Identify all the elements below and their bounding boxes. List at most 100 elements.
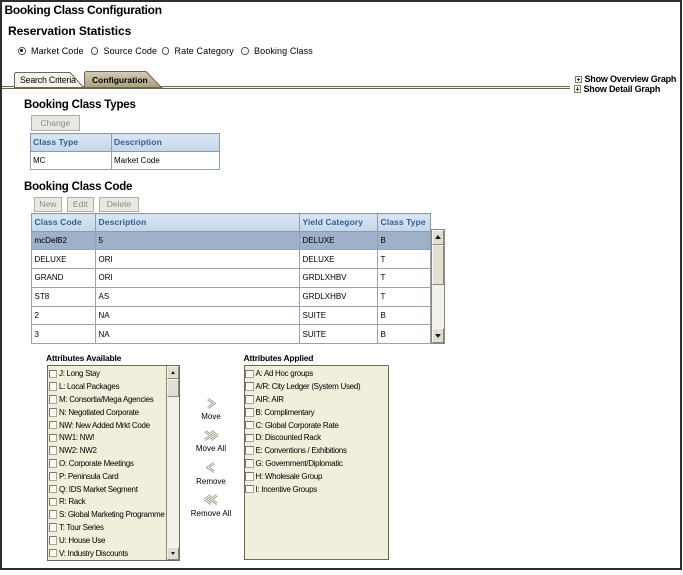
list-item[interactable]: C: Global Corporate Rate (245, 419, 388, 432)
table-row[interactable]: 3NASUITEB (32, 325, 431, 344)
table-cell[interactable]: SUITE (300, 325, 378, 344)
list-item[interactable]: T: Tour Series (48, 521, 179, 534)
table-cell[interactable]: 2 (32, 306, 96, 325)
checkbox-icon[interactable] (49, 434, 58, 443)
list-item[interactable]: Q: IDS Market Segment (48, 483, 179, 496)
radio-selected-icon[interactable] (18, 47, 26, 55)
list-item[interactable]: A/R: City Ledger (System Used) (245, 380, 388, 393)
table-cell[interactable]: GRAND (32, 269, 96, 288)
table-cell[interactable]: Market Code (111, 151, 219, 170)
checkbox-icon[interactable] (245, 459, 254, 468)
table-row[interactable]: 2NASUITEB (32, 306, 431, 325)
table-cell[interactable]: AS (96, 287, 300, 306)
show-detail-graph-toggle[interactable]: Show Detail Graph (574, 84, 661, 94)
checkbox-icon[interactable] (49, 459, 58, 468)
table-cell[interactable]: T (378, 269, 431, 288)
table-cell[interactable]: T (378, 287, 431, 306)
table-cell[interactable]: MC (30, 151, 111, 170)
scroll-up-button[interactable] (432, 230, 444, 245)
checkbox-icon[interactable] (245, 421, 254, 430)
table-cell[interactable]: B (378, 325, 431, 344)
table-row[interactable]: mcDelB25DELUXEB (32, 231, 431, 250)
checkbox-icon[interactable] (49, 370, 58, 379)
codes-table-scrollbar[interactable] (431, 229, 445, 345)
scroll-down-button[interactable] (432, 328, 444, 343)
remove-all-button[interactable] (181, 492, 241, 510)
table-cell[interactable]: B (378, 306, 431, 325)
list-item[interactable]: N: Negotiated Corporate (48, 406, 179, 419)
list-item[interactable]: NW: New Added Mrkt Code (48, 419, 179, 432)
table-cell[interactable]: GRDLXHBV (300, 269, 378, 288)
list-item[interactable]: M: Consortia/Mega Agencies (48, 393, 179, 406)
table-cell[interactable]: ORI (96, 269, 300, 288)
table-cell[interactable]: ORI (96, 250, 300, 269)
list-item[interactable]: P: Peninsula Card (48, 470, 179, 483)
list-item[interactable]: A: Ad Hoc groups (245, 368, 388, 381)
move-all-button[interactable] (181, 428, 241, 446)
checkbox-icon[interactable] (49, 549, 58, 558)
edit-button[interactable]: Edit (67, 197, 95, 212)
checkbox-icon[interactable] (245, 446, 254, 455)
list-item[interactable]: E: Conventions / Exhibitions (245, 444, 388, 457)
list-item[interactable]: V: Industry Discounts (48, 547, 179, 560)
table-cell[interactable]: NA (96, 325, 300, 344)
table-cell[interactable]: GRDLXHBV (300, 287, 378, 306)
checkbox-icon[interactable] (49, 498, 58, 507)
scroll-thumb[interactable] (167, 379, 179, 397)
change-button[interactable]: Change (31, 115, 80, 131)
checkbox-icon[interactable] (49, 536, 58, 545)
table-cell[interactable]: 5 (96, 231, 300, 250)
checkbox-icon[interactable] (49, 472, 58, 481)
list-item[interactable]: L: Local Packages (48, 380, 179, 393)
scroll-down-button[interactable] (167, 547, 179, 560)
attributes-available-scrollbar[interactable] (166, 366, 179, 560)
checkbox-icon[interactable] (49, 408, 58, 417)
scroll-thumb[interactable] (432, 245, 444, 285)
radio-unselected-icon[interactable] (91, 47, 99, 55)
table-cell[interactable]: DELUXE (300, 250, 378, 269)
checkbox-icon[interactable] (245, 395, 254, 404)
table-row[interactable]: MCMarket Code (30, 151, 219, 170)
list-item[interactable]: I: Incentive Groups (245, 483, 388, 496)
checkbox-icon[interactable] (49, 510, 58, 519)
radio-booking-class[interactable]: Booking Class (241, 45, 313, 57)
new-button[interactable]: New (34, 197, 62, 212)
radio-market-code[interactable]: Market Code (18, 45, 84, 57)
radio-source-code[interactable]: Source Code (91, 45, 158, 57)
list-item[interactable]: J: Long Stay (48, 368, 179, 381)
table-cell[interactable]: T (378, 250, 431, 269)
remove-button[interactable] (181, 460, 241, 478)
list-item[interactable]: NW2: NW2 (48, 444, 179, 457)
table-cell[interactable]: DELUXE (32, 250, 96, 269)
table-row[interactable]: GRANDORIGRDLXHBVT (32, 269, 431, 288)
list-item[interactable]: S: Global Marketing Programme (48, 508, 179, 521)
checkbox-icon[interactable] (245, 485, 254, 494)
checkbox-icon[interactable] (245, 370, 254, 379)
list-item[interactable]: G: Government/Diplomatic (245, 457, 388, 470)
table-cell[interactable]: 3 (32, 325, 96, 344)
list-item[interactable]: H: Wholesale Group (245, 470, 388, 483)
table-cell[interactable]: NA (96, 306, 300, 325)
tab-search-criteria[interactable]: Search Criteria (20, 75, 76, 85)
table-cell[interactable]: ST8 (32, 287, 96, 306)
scroll-up-button[interactable] (167, 366, 179, 379)
table-cell[interactable]: B (378, 231, 431, 250)
radio-rate-category[interactable]: Rate Category (162, 45, 234, 57)
checkbox-icon[interactable] (49, 446, 58, 455)
plus-box-icon[interactable] (574, 85, 582, 93)
checkbox-icon[interactable] (49, 523, 58, 532)
table-cell[interactable]: DELUXE (300, 231, 378, 250)
checkbox-icon[interactable] (245, 472, 254, 481)
radio-unselected-icon[interactable] (241, 47, 249, 55)
list-item[interactable]: U: House Use (48, 534, 179, 547)
table-cell[interactable]: SUITE (300, 306, 378, 325)
list-item[interactable]: AIR: AIR (245, 393, 388, 406)
tab-configuration[interactable]: Configuration (92, 75, 148, 85)
plus-box-icon[interactable] (575, 76, 583, 84)
checkbox-icon[interactable] (245, 382, 254, 391)
checkbox-icon[interactable] (245, 408, 254, 417)
checkbox-icon[interactable] (245, 434, 254, 443)
checkbox-icon[interactable] (49, 395, 58, 404)
checkbox-icon[interactable] (49, 382, 58, 391)
list-item[interactable]: NW1: NW! (48, 431, 179, 444)
